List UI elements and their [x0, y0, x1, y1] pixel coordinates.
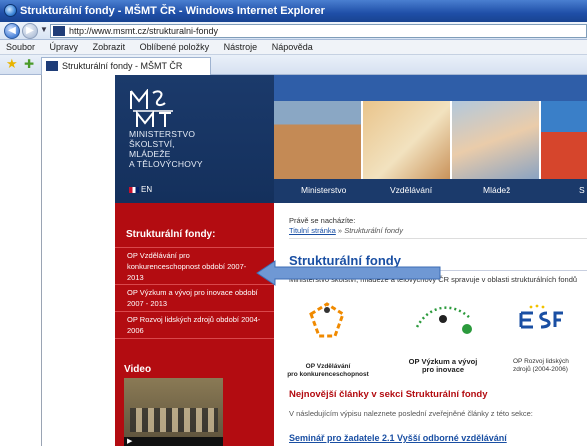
language-label: EN: [141, 185, 153, 194]
forward-arrow-icon[interactable]: ▶: [22, 23, 38, 39]
menu-soubor[interactable]: Soubor: [6, 42, 35, 52]
menu-bar: Soubor Úpravy Zobrazit Oblíbené položky …: [0, 40, 587, 55]
add-favorites-icon[interactable]: ✚: [24, 57, 34, 71]
sidebar-link-op-vavpi[interactable]: OP Výzkum a vývoj pro inovace období 200…: [127, 287, 262, 309]
breadcrumb: Titulní stránka » Strukturální fondy: [289, 226, 403, 235]
op-vavpi-caption: OP Výzkum a vývoj pro inovace: [408, 357, 478, 374]
video-player[interactable]: ▶: [124, 378, 223, 446]
url-input[interactable]: http://www.msmt.cz/strukturalni-fondy: [50, 24, 587, 38]
window-title: Strukturální fondy - MŠMT ČR - Windows I…: [20, 5, 325, 17]
article-link[interactable]: Seminář pro žadatele 2.1 Vyšší odborné v…: [289, 433, 507, 443]
banner-top-strip: [274, 75, 587, 101]
tab-bar: ★ ✚ Strukturální fondy - MŠMT ČR: [0, 55, 587, 75]
sidebar-divider: [115, 338, 274, 339]
tab-favicon-icon: [46, 61, 58, 71]
menu-zobrazit[interactable]: Zobrazit: [93, 42, 126, 52]
internet-explorer-icon: [4, 4, 17, 17]
sidebar-divider: [115, 311, 274, 312]
articles-heading: Nejnovější články v sekci Strukturální f…: [289, 389, 488, 400]
children-photo: [363, 101, 450, 179]
breadcrumb-home-link[interactable]: Titulní stránka: [289, 226, 336, 235]
breadcrumb-separator: »: [337, 226, 343, 235]
browser-tab[interactable]: Strukturální fondy - MŠMT ČR: [41, 57, 211, 75]
esf-logo-icon[interactable]: [517, 303, 563, 337]
favorites-star-icon[interactable]: ★: [6, 57, 18, 71]
tab-title: Strukturální fondy - MŠMT ČR: [62, 61, 183, 71]
op-vavpi-logo-icon[interactable]: [413, 297, 475, 337]
breadcrumb-current: Strukturální fondy: [344, 226, 403, 235]
menu-oblibene[interactable]: Oblíbené položky: [140, 42, 210, 52]
op-vk-caption: OP Vzdělávání pro konkurenceschopnost: [287, 363, 369, 378]
building-photo: [274, 101, 361, 179]
site-favicon-icon: [53, 26, 65, 36]
sidebar-title: Strukturální fondy:: [126, 229, 216, 240]
menu-nastroje[interactable]: Nástroje: [224, 42, 258, 52]
nav-ministerstvo[interactable]: Ministerstvo: [294, 179, 346, 203]
url-text: http://www.msmt.cz/strukturalni-fondy: [69, 26, 219, 36]
breadcrumb-label: Právě se nacházíte:: [289, 216, 356, 225]
youth-photo: [452, 101, 539, 179]
menu-upravy[interactable]: Úpravy: [50, 42, 79, 52]
video-title: Video: [124, 364, 152, 375]
nav-sport[interactable]: S: [572, 179, 585, 203]
window-titlebar: Strukturální fondy - MŠMT ČR - Windows I…: [0, 0, 587, 22]
articles-intro: V následujícím výpisu naleznete poslední…: [289, 409, 533, 418]
page-frame-divider: [41, 75, 42, 446]
callout-arrow-icon: [256, 260, 441, 286]
nav-mladez[interactable]: Mládež: [476, 179, 510, 203]
menu-napoveda[interactable]: Nápověda: [272, 42, 313, 52]
ministry-name: MINISTERSTVO ŠKOLSTVÍ, MLÁDEŽE A TĚLOVÝC…: [129, 129, 203, 169]
op-vk-logo-icon[interactable]: [305, 300, 349, 340]
breadcrumb-divider: [289, 238, 587, 239]
op-rlz-caption: OP Rozvoj lidských zdrojů (2004-2006): [513, 358, 569, 373]
video-thumbnail: [130, 408, 218, 432]
nav-vzdelavani[interactable]: Vzdělávání: [383, 179, 432, 203]
sidebar-divider: [115, 284, 274, 285]
back-arrow-icon[interactable]: ◀: [4, 23, 20, 39]
uk-flag-icon: [129, 186, 139, 193]
play-icon[interactable]: ▶: [127, 437, 132, 445]
sidebar-link-op-rlz[interactable]: OP Rozvoj lidských zdrojů období 2004-20…: [127, 314, 262, 336]
video-controls[interactable]: [124, 437, 223, 446]
ministry-logo-panel[interactable]: MINISTERSTVO ŠKOLSTVÍ, MLÁDEŽE A TĚLOVÝC…: [115, 75, 274, 203]
msmt-logo-icon: [130, 89, 173, 127]
sidebar-divider: [115, 247, 274, 248]
address-bar: ◀ ▶ ▼ http://www.msmt.cz/strukturalni-fo…: [0, 22, 587, 40]
history-dropdown-icon[interactable]: ▼: [40, 25, 48, 34]
language-switch[interactable]: EN: [129, 185, 152, 194]
sidebar-link-op-vk[interactable]: OP Vzdělávání pro konkurenceschopnost ob…: [127, 250, 262, 283]
sports-photo: [541, 101, 587, 179]
